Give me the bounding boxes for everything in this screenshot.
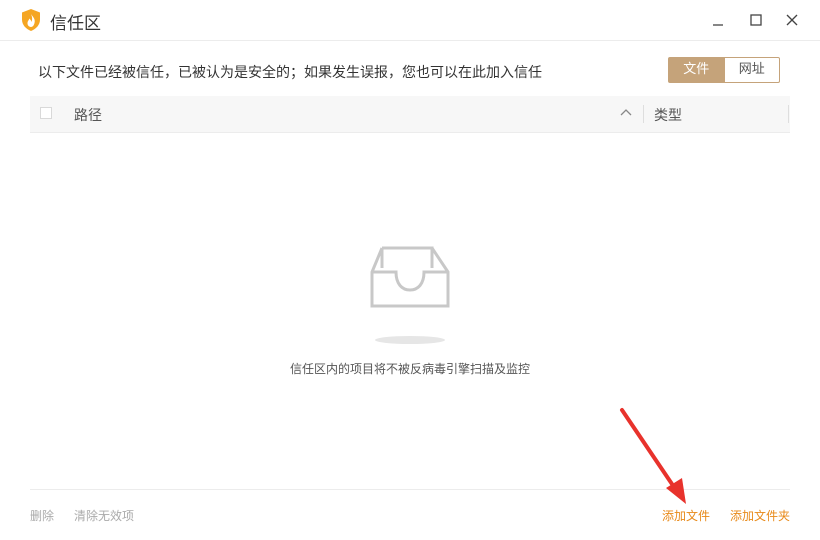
window-title: 信任区 [50,14,101,34]
close-icon [786,14,798,26]
select-all-checkbox[interactable] [40,107,52,119]
annotation-arrow-icon [620,408,686,504]
column-header-path[interactable]: 路径 [74,105,102,125]
column-header-type[interactable]: 类型 [654,105,682,125]
chevron-up-icon[interactable] [620,108,632,116]
tab-files[interactable]: 文件 [668,57,725,83]
add-folder-button[interactable]: 添加文件夹 [730,507,790,524]
shield-flame-icon [22,9,40,31]
minimize-icon [713,24,723,26]
clean-invalid-button[interactable]: 清除无效项 [74,507,134,524]
maximize-icon [750,14,762,26]
column-divider [643,105,644,123]
maximize-button[interactable] [742,6,770,34]
empty-state-text: 信任区内的项目将不被反病毒引擎扫描及监控 [289,362,530,376]
trust-description: 以下文件已经被信任，已被认为是安全的；如果发生误报，您也可以在此加入信任 [38,65,542,81]
empty-inbox-icon [370,246,450,344]
title-bar: 信任区 [0,0,820,40]
footer-divider [30,489,790,490]
add-file-button[interactable]: 添加文件 [662,507,710,524]
title-divider [0,40,820,41]
close-button[interactable] [778,6,806,34]
table-header: 路径 类型 [30,96,790,133]
tab-urls[interactable]: 网址 [724,57,780,83]
minimize-button[interactable] [704,6,732,34]
delete-button[interactable]: 删除 [30,507,54,524]
type-switch: 文件 网址 [668,57,780,83]
column-divider [788,105,789,123]
